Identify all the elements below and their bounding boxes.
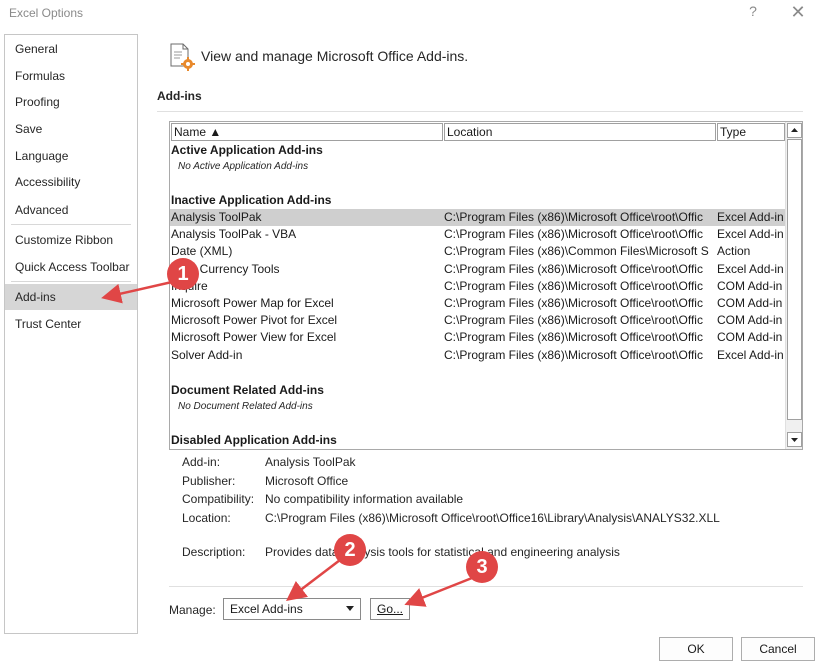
cell-type: Action xyxy=(717,244,751,258)
detail-label-publisher: Publisher: xyxy=(182,474,236,488)
chevron-down-icon xyxy=(791,438,798,442)
sidebar-item-general[interactable]: General xyxy=(5,36,137,62)
cell-name: Microsoft Power Pivot for Excel xyxy=(171,313,338,327)
sidebar-item-accessibility[interactable]: Accessibility xyxy=(5,169,137,195)
detail-label-location: Location: xyxy=(182,511,231,525)
group-empty-document: No Document Related Add-ins xyxy=(178,401,313,412)
section-divider xyxy=(157,111,803,112)
cell-type: Excel Add-in xyxy=(717,227,784,241)
section-title: Add-ins xyxy=(157,89,202,103)
chevron-up-icon xyxy=(791,128,798,132)
table-row[interactable]: Analysis ToolPak C:\Program Files (x86)\… xyxy=(170,209,785,226)
vertical-scrollbar[interactable] xyxy=(785,122,802,449)
table-row[interactable]: Inquire C:\Program Files (x86)\Microsoft… xyxy=(170,278,785,295)
manage-divider xyxy=(169,586,803,587)
cell-name: Solver Add-in xyxy=(171,348,243,362)
sidebar-item-advanced[interactable]: Advanced xyxy=(5,197,137,223)
sidebar: General Formulas Proofing Save Language … xyxy=(4,34,138,634)
cell-type: COM Add-in xyxy=(717,279,783,293)
cell-type: Excel Add-in xyxy=(717,210,784,224)
manage-label: Manage: xyxy=(169,603,216,617)
cell-location: C:\Program Files (x86)\Microsoft Office\… xyxy=(444,313,703,327)
cell-name: Inquire xyxy=(171,278,441,295)
detail-value-description: Provides data analysis tools for statist… xyxy=(265,545,620,559)
callout-badge-1: 1 xyxy=(167,258,199,290)
detail-value-addin: Analysis ToolPak xyxy=(265,455,356,469)
scroll-down-button[interactable] xyxy=(787,432,802,447)
sidebar-item-trust-center[interactable]: Trust Center xyxy=(5,311,137,337)
sidebar-item-add-ins[interactable]: Add-ins xyxy=(5,284,137,310)
table-row[interactable]: Solver Add-in C:\Program Files (x86)\Mic… xyxy=(170,347,785,364)
cell-name: Analysis ToolPak - VBA xyxy=(171,227,297,241)
cell-location: C:\Program Files (x86)\Microsoft Office\… xyxy=(444,227,703,241)
title-bar: Excel Options ? ✕ xyxy=(0,0,824,28)
sidebar-item-customize-ribbon[interactable]: Customize Ribbon xyxy=(5,227,137,253)
cell-name: Microsoft Power View for Excel xyxy=(171,330,337,344)
cell-type: COM Add-in xyxy=(717,296,783,310)
chevron-down-icon xyxy=(346,606,354,611)
detail-value-publisher: Microsoft Office xyxy=(265,474,349,488)
cell-type: Excel Add-in xyxy=(717,262,784,276)
callout-badge-3: 3 xyxy=(466,551,498,583)
column-header-type[interactable]: Type xyxy=(717,123,785,141)
sidebar-item-proofing[interactable]: Proofing xyxy=(5,89,137,115)
table-row[interactable]: Analysis ToolPak - VBA C:\Program Files … xyxy=(170,226,785,243)
manage-dropdown[interactable]: Excel Add-ins xyxy=(223,598,361,620)
manage-dropdown-value: Excel Add-ins xyxy=(230,602,303,616)
cell-location: C:\Program Files (x86)\Microsoft Office\… xyxy=(444,296,703,310)
page-header: View and manage Microsoft Office Add-ins… xyxy=(201,48,469,64)
group-title-active: Active Application Add-ins xyxy=(171,143,323,157)
sidebar-item-quick-access-toolbar[interactable]: Quick Access Toolbar xyxy=(5,254,137,280)
detail-value-location: C:\Program Files (x86)\Microsoft Office\… xyxy=(265,511,720,525)
cell-name: Date (XML) xyxy=(171,244,233,258)
cell-type: COM Add-in xyxy=(717,313,783,327)
scrollbar-thumb[interactable] xyxy=(787,139,802,420)
table-row[interactable]: Microsoft Power Pivot for Excel C:\Progr… xyxy=(170,312,785,329)
ok-button[interactable]: OK xyxy=(659,637,733,661)
window-title: Excel Options xyxy=(9,6,84,20)
go-button[interactable]: Go... xyxy=(370,598,410,620)
cell-name: Euro Currency Tools xyxy=(171,262,280,276)
detail-label-compatibility: Compatibility: xyxy=(182,492,255,506)
sidebar-item-save[interactable]: Save xyxy=(5,116,137,142)
sidebar-item-language[interactable]: Language xyxy=(5,143,137,169)
column-header-name[interactable]: Name ▲ xyxy=(171,123,443,141)
cell-type: Excel Add-in xyxy=(717,348,784,362)
cell-type: COM Add-in xyxy=(717,330,783,344)
column-header-location[interactable]: Location xyxy=(444,123,716,141)
group-title-inactive: Inactive Application Add-ins xyxy=(171,193,332,207)
table-row[interactable]: Microsoft Power View for Excel C:\Progra… xyxy=(170,329,785,346)
sidebar-divider xyxy=(11,281,131,282)
cell-location: C:\Program Files (x86)\Microsoft Office\… xyxy=(444,330,703,344)
group-title-document: Document Related Add-ins xyxy=(171,383,324,397)
cell-location: C:\Program Files (x86)\Common Files\Micr… xyxy=(444,244,709,258)
group-title-disabled: Disabled Application Add-ins xyxy=(171,433,337,447)
callout-badge-2: 2 xyxy=(334,534,366,566)
table-row[interactable]: Date (XML) C:\Program Files (x86)\Common… xyxy=(170,243,785,260)
detail-label-description: Description: xyxy=(182,545,246,559)
sidebar-item-formulas[interactable]: Formulas xyxy=(5,63,137,89)
group-empty-active: No Active Application Add-ins xyxy=(178,161,309,172)
table-row[interactable]: Microsoft Power Map for Excel C:\Program… xyxy=(170,295,785,312)
arrow-3 xyxy=(404,576,473,607)
cell-location: C:\Program Files (x86)\Microsoft Office\… xyxy=(444,348,703,362)
add-in-details: Add-in: Analysis ToolPak Publisher: Micr… xyxy=(182,455,782,565)
help-icon[interactable]: ? xyxy=(745,3,761,21)
arrow-2 xyxy=(286,559,341,602)
scroll-up-button[interactable] xyxy=(787,123,802,138)
cell-name: Microsoft Power Map for Excel xyxy=(171,296,334,310)
detail-value-compatibility: No compatibility information available xyxy=(265,492,464,506)
cell-location: C:\Program Files (x86)\Microsoft Office\… xyxy=(444,262,703,276)
cell-location: C:\Program Files (x86)\Microsoft Office\… xyxy=(444,279,703,293)
cell-name: Analysis ToolPak xyxy=(171,210,262,224)
sidebar-divider xyxy=(11,224,131,225)
add-ins-table: Name ▲ Location Type Active Application … xyxy=(169,121,803,450)
add-ins-icon xyxy=(170,43,195,71)
close-icon[interactable]: ✕ xyxy=(788,2,808,22)
cell-location: C:\Program Files (x86)\Microsoft Office\… xyxy=(444,210,703,224)
cancel-button[interactable]: Cancel xyxy=(741,637,815,661)
table-row[interactable]: Euro Currency Tools C:\Program Files (x8… xyxy=(170,261,785,278)
detail-label-addin: Add-in: xyxy=(182,455,221,469)
